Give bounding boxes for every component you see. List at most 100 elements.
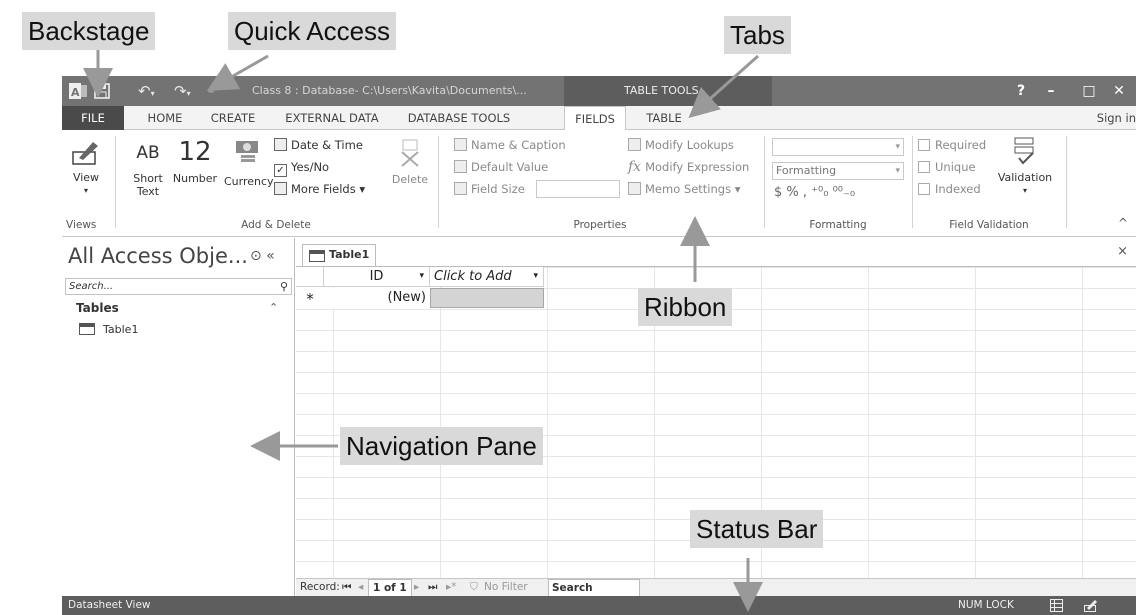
validation-icon xyxy=(1014,137,1034,165)
indexed-checkbox[interactable]: Indexed xyxy=(918,180,981,198)
tab-home[interactable]: HOME xyxy=(136,106,194,130)
help-button[interactable]: ? xyxy=(1010,76,1032,106)
memo-settings-button[interactable]: Memo Settings ▾ xyxy=(628,180,741,198)
new-row-id-cell[interactable]: (New) xyxy=(324,288,430,308)
prev-record-button[interactable]: ◂ xyxy=(358,579,363,595)
nav-item-table1[interactable]: Table1 xyxy=(79,323,138,336)
group-separator xyxy=(438,136,439,228)
number-icon: 12 xyxy=(178,137,212,167)
chevron-down-icon: ▾ xyxy=(895,166,900,176)
memo-settings-label: Memo Settings ▾ xyxy=(645,182,741,196)
modify-lookups-button[interactable]: Modify Lookups xyxy=(628,136,734,154)
memo-icon xyxy=(628,182,641,195)
new-row-selector[interactable]: * xyxy=(296,288,324,308)
delete-button[interactable]: Delete xyxy=(390,138,430,186)
nav-group-collapse-icon[interactable]: ⌃ xyxy=(269,301,278,314)
data-type-select[interactable]: ▾ xyxy=(772,138,904,156)
customize-qat-icon[interactable]: ⩡ xyxy=(208,76,220,106)
chevron-down-icon[interactable]: ▾ xyxy=(533,267,538,286)
validation-label: Validation xyxy=(997,171,1053,184)
date-time-button[interactable]: Date & Time xyxy=(274,136,363,154)
nav-pane-controls[interactable]: ⊙ « xyxy=(250,248,275,264)
number-button[interactable]: 12 Number xyxy=(170,136,220,185)
view-dropdown-icon: ▾ xyxy=(83,186,88,195)
more-fields-button[interactable]: More Fields ▾ xyxy=(274,180,365,198)
first-record-button[interactable]: ⏮ xyxy=(342,579,351,595)
restore-button[interactable]: □ xyxy=(1078,76,1100,106)
nav-pane-title[interactable]: All Access Obje... xyxy=(68,244,248,268)
select-all-corner[interactable] xyxy=(296,267,324,287)
redo-icon[interactable]: ↷▾ xyxy=(174,76,194,106)
column-header-click-to-add[interactable]: Click to Add ▾ xyxy=(430,267,544,287)
view-button[interactable]: View ▾ xyxy=(66,138,106,197)
close-document-icon[interactable]: × xyxy=(1117,244,1128,259)
tab-create[interactable]: CREATE xyxy=(200,106,266,130)
window-title: Class 8 : Database- C:\Users\Kavita\Docu… xyxy=(252,84,527,97)
sign-in-link[interactable]: Sign in xyxy=(1097,106,1136,130)
name-caption-button[interactable]: Name & Caption xyxy=(454,136,566,154)
tab-file[interactable]: FILE xyxy=(62,106,124,130)
short-text-icon: AB xyxy=(136,143,160,163)
field-size-input[interactable] xyxy=(536,180,620,198)
access-window: A ↶▾ ↷▾ ⩡ Class 8 : Database- C:\Users\K… xyxy=(62,76,1136,615)
lookups-icon xyxy=(628,138,641,151)
design-view-icon[interactable] xyxy=(1084,599,1098,615)
yes-no-label: Yes/No xyxy=(291,160,330,174)
save-icon[interactable] xyxy=(94,76,114,106)
delete-icon xyxy=(401,139,419,167)
callout-status-bar: Status Bar xyxy=(690,510,824,548)
default-value-label: Default Value xyxy=(471,160,549,174)
name-caption-icon xyxy=(454,138,467,151)
more-fields-icon xyxy=(274,182,287,195)
column-header-add-label: Click to Add xyxy=(434,269,512,284)
nav-search-input[interactable]: Search... ⚲ xyxy=(65,278,292,295)
short-text-label-2: Text xyxy=(136,185,160,198)
svg-text:A: A xyxy=(71,86,80,99)
currency-button[interactable]: Currency xyxy=(224,138,274,188)
column-header-id[interactable]: ID ▾ xyxy=(324,267,430,287)
view-icon xyxy=(72,142,98,165)
table-icon xyxy=(309,250,325,262)
undo-icon[interactable]: ↶▾ xyxy=(138,76,158,106)
tab-external-data[interactable]: EXTERNAL DATA xyxy=(272,106,392,130)
nav-group-tables[interactable]: Tables xyxy=(76,301,119,315)
unique-checkbox[interactable]: Unique xyxy=(918,158,976,176)
group-label-properties: Properties xyxy=(573,219,627,231)
new-row-add-cell[interactable] xyxy=(430,288,544,308)
format-select[interactable]: Formatting ▾ xyxy=(772,162,904,180)
short-text-button[interactable]: AB Short Text xyxy=(130,140,166,198)
close-button[interactable]: ✕ xyxy=(1108,76,1130,106)
record-position-input[interactable]: 1 of 1 xyxy=(368,579,412,597)
datasheet-view-icon[interactable] xyxy=(1050,599,1063,615)
required-checkbox[interactable]: Required xyxy=(918,136,986,154)
document-tab-table1[interactable]: Table1 xyxy=(302,244,376,266)
search-icon[interactable]: ⚲ xyxy=(280,279,288,294)
no-filter-button[interactable]: No Filter xyxy=(484,579,528,595)
number-format-buttons[interactable]: $ % , ⁺⁰₀ ⁰⁰₋₀ xyxy=(774,184,855,202)
access-logo-icon[interactable]: A xyxy=(68,76,90,106)
currency-label: Currency xyxy=(224,175,274,188)
record-search-input[interactable]: Search xyxy=(548,579,640,597)
tab-table[interactable]: TABLE xyxy=(634,106,694,130)
tab-fields[interactable]: FIELDS xyxy=(564,106,626,131)
filter-icon[interactable]: ⛉ xyxy=(470,579,478,595)
minimize-button[interactable]: – xyxy=(1040,76,1062,106)
short-text-label-1: Short xyxy=(133,172,163,185)
callout-navigation-pane: Navigation Pane xyxy=(340,427,543,465)
tab-database-tools[interactable]: DATABASE TOOLS xyxy=(396,106,522,130)
validation-button[interactable]: Validation ▾ xyxy=(994,136,1056,197)
yes-no-button[interactable]: ✓ Yes/No xyxy=(274,158,330,177)
checkbox-icon xyxy=(918,139,930,151)
last-record-button[interactable]: ⏭ xyxy=(428,579,437,595)
collapse-ribbon-button[interactable]: ^ xyxy=(1118,216,1128,230)
modify-expression-button[interactable]: fx Modify Expression xyxy=(628,158,749,176)
nav-item-label: Table1 xyxy=(103,323,139,336)
new-record-button[interactable]: ▸* xyxy=(446,579,457,595)
group-label-formatting: Formatting xyxy=(809,219,867,231)
table-icon xyxy=(79,323,95,335)
default-value-button[interactable]: Default Value xyxy=(454,158,548,176)
status-bar: Datasheet View NUM LOCK xyxy=(62,596,1136,615)
navigation-pane: All Access Obje... ⊙ « Search... ⚲ Tables… xyxy=(62,238,295,596)
chevron-down-icon[interactable]: ▾ xyxy=(419,267,424,286)
next-record-button[interactable]: ▸ xyxy=(414,579,419,595)
